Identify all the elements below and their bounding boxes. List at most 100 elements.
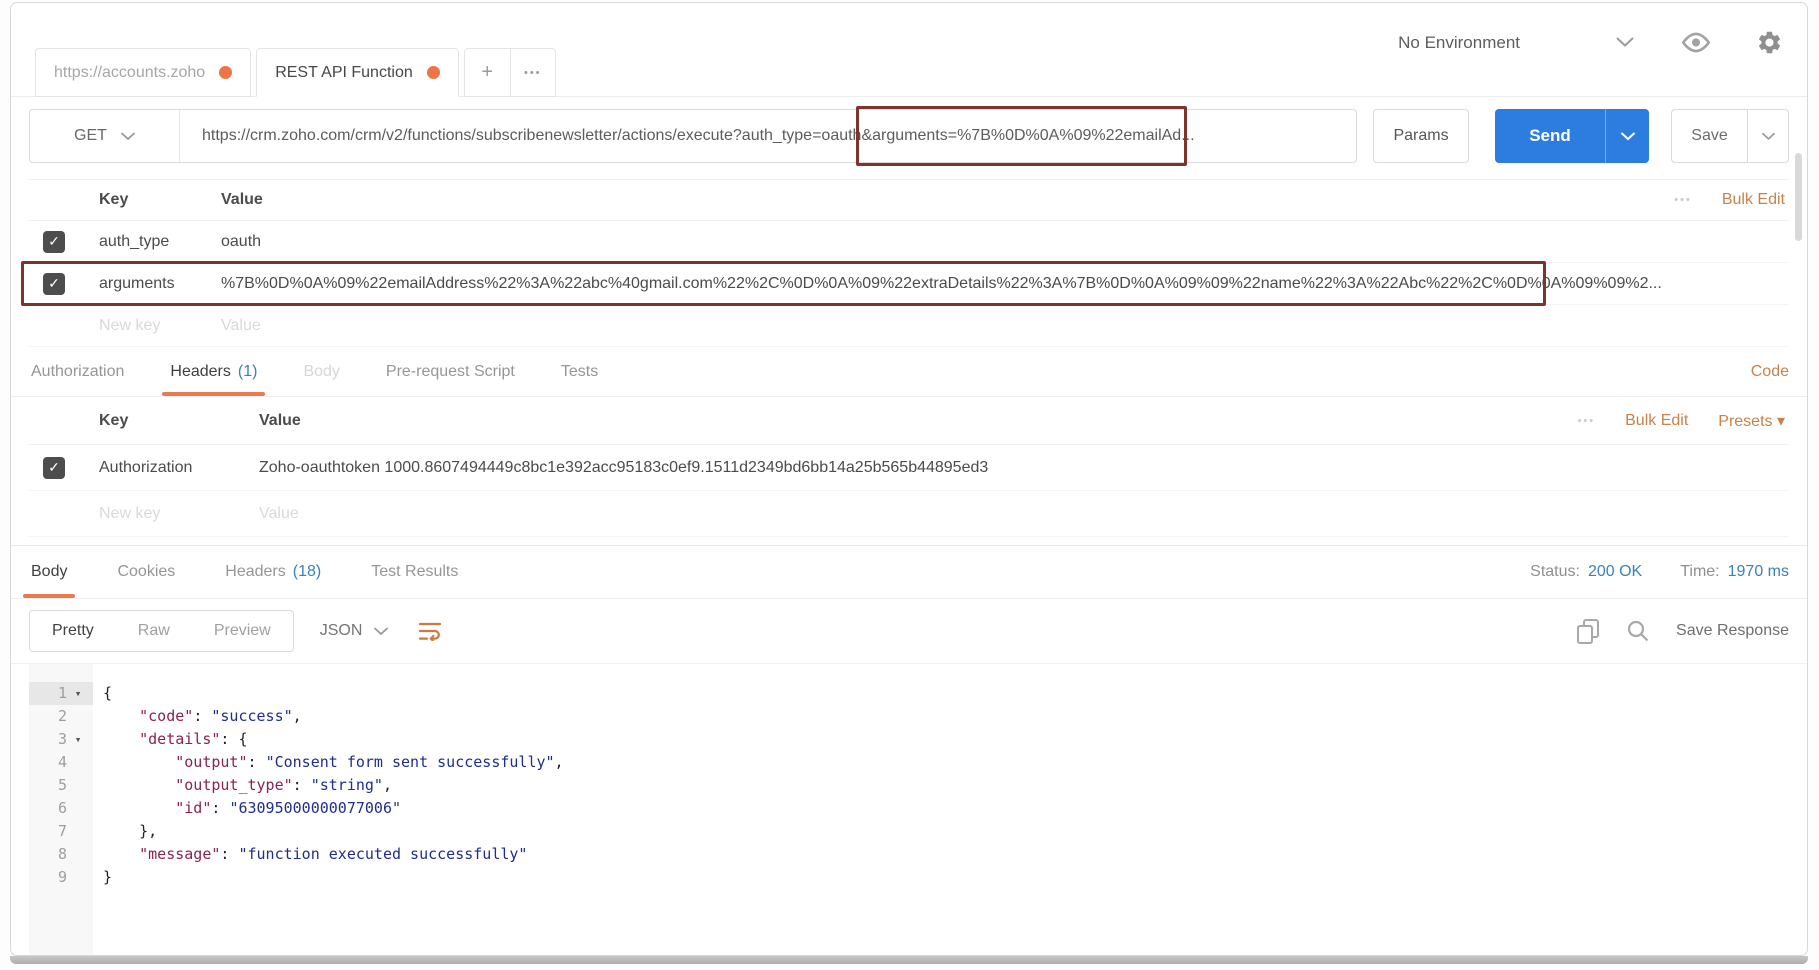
param-key[interactable]: arguments: [99, 275, 221, 293]
save-response-button[interactable]: Save Response: [1676, 622, 1789, 640]
code-line: 2 "code": "success",: [11, 705, 1807, 728]
response-code[interactable]: 1 ▾{2 "code": "success", 3 ▾ "details": {4 …: [11, 663, 1807, 955]
app-window: https://accounts.zoho REST API Function …: [10, 2, 1808, 956]
unsaved-dot-icon: [426, 66, 440, 79]
tab-body[interactable]: Body: [301, 347, 341, 396]
new-key-input[interactable]: [99, 504, 251, 523]
send-button[interactable]: Send: [1495, 109, 1605, 163]
new-value-input[interactable]: [259, 504, 1713, 523]
param-value[interactable]: %7B%0D%0A%09%22emailAddress%22%3A%22abc%…: [221, 275, 1789, 293]
save-button[interactable]: Save: [1671, 109, 1747, 163]
response-headers-count-badge: (18): [292, 563, 322, 580]
code-link[interactable]: Code: [1751, 363, 1789, 381]
presets-dropdown[interactable]: Presets ▾: [1718, 411, 1785, 431]
settings-gear-icon[interactable]: [1756, 29, 1783, 56]
column-header-key: Key: [99, 411, 129, 429]
line-number: 6: [57, 799, 67, 817]
environment-selector[interactable]: No Environment: [1398, 33, 1520, 53]
headers-menu-button[interactable]: •••: [1578, 415, 1596, 427]
code-line-text: "message": "function executed successful…: [139, 845, 528, 863]
code-line: 8 "message": "function executed successf…: [11, 843, 1807, 866]
line-number: 8: [57, 845, 67, 863]
column-header-key: Key: [99, 191, 129, 208]
scrollbar-thumb[interactable]: [1795, 153, 1802, 241]
row-checkbox[interactable]: [43, 272, 65, 295]
param-key[interactable]: auth_type: [99, 233, 221, 251]
fold-toggle-icon[interactable]: ▾: [67, 728, 89, 751]
response-section-tabs: Body Cookies Headers (18) Test Results St…: [11, 545, 1807, 599]
tab-prerequest-script[interactable]: Pre-request Script: [384, 347, 517, 396]
view-mode-group: Pretty Raw Preview: [29, 610, 294, 652]
param-row-new: [29, 305, 1789, 347]
line-number: 7: [57, 822, 67, 840]
params-menu-button[interactable]: •••: [1674, 194, 1692, 206]
row-checkbox[interactable]: [43, 230, 65, 253]
response-tab-headers[interactable]: Headers (18): [223, 546, 323, 598]
environment-area: No Environment: [1398, 29, 1783, 56]
request-section-tabs: Authorization Headers (1) Body Pre-reques…: [11, 347, 1807, 397]
headers-count-badge: (1): [237, 362, 258, 380]
method-select[interactable]: GET: [30, 110, 180, 162]
format-select[interactable]: JSON: [320, 622, 389, 640]
view-mode-raw[interactable]: Raw: [115, 611, 192, 651]
code-line-text: },: [139, 822, 158, 840]
tab-tests[interactable]: Tests: [559, 347, 600, 396]
url-control: GET https://crm.zoho.com/crm/v2/function…: [29, 109, 1357, 163]
view-mode-preview[interactable]: Preview: [191, 611, 293, 651]
params-caption-row: Key Value ••• Bulk Edit: [29, 179, 1789, 221]
request-tab-accounts-zoho[interactable]: https://accounts.zoho: [35, 48, 252, 97]
param-value[interactable]: oauth: [221, 233, 1789, 251]
response-tab-body[interactable]: Body: [22, 546, 77, 598]
tab-headers[interactable]: Headers (1): [162, 347, 266, 396]
line-number: 5: [57, 776, 67, 794]
code-line-text: {: [103, 684, 113, 702]
copy-response-icon[interactable]: [1576, 618, 1600, 645]
chevron-down-icon[interactable]: [1616, 37, 1634, 48]
fold-toggle-icon: [67, 820, 89, 843]
url-input[interactable]: https://crm.zoho.com/crm/v2/functions/su…: [180, 110, 1356, 162]
request-tab-label: https://accounts.zoho: [54, 63, 206, 81]
tab-options-button[interactable]: •••: [509, 48, 556, 97]
code-line: 9}: [11, 866, 1807, 889]
unsaved-dot-icon: [219, 66, 233, 79]
send-options-button[interactable]: [1605, 109, 1649, 163]
bulk-edit-link[interactable]: Bulk Edit: [1625, 412, 1688, 430]
fold-toggle-icon: [67, 843, 89, 866]
request-tabs-bar: https://accounts.zoho REST API Function …: [35, 48, 556, 97]
bulk-edit-link[interactable]: Bulk Edit: [1722, 191, 1785, 209]
request-tab-rest-api-function[interactable]: REST API Function: [256, 48, 459, 97]
search-response-icon[interactable]: [1626, 619, 1650, 643]
params-toggle-button[interactable]: Params: [1373, 109, 1469, 163]
new-tab-button[interactable]: +: [463, 48, 510, 97]
line-number: 9: [57, 868, 67, 886]
code-line: 1 ▾ {: [11, 682, 1807, 705]
fold-toggle-icon[interactable]: ▾: [67, 682, 89, 705]
environment-quick-look-eye-icon[interactable]: [1680, 32, 1712, 53]
line-number: 2: [57, 707, 67, 725]
fold-toggle-icon: [67, 866, 89, 889]
code-line: 4 "output": "Consent form sent successfu…: [11, 751, 1807, 774]
headers-caption-row: Key Value ••• Bulk Edit Presets ▾: [29, 397, 1789, 445]
response-tab-test-results[interactable]: Test Results: [369, 546, 460, 598]
save-options-button[interactable]: [1747, 109, 1789, 163]
chevron-down-icon: [1761, 132, 1775, 140]
method-label: GET: [74, 127, 107, 144]
new-key-input[interactable]: [99, 316, 215, 335]
param-row-auth-type: auth_type oauth: [29, 221, 1789, 263]
new-value-input[interactable]: [221, 316, 1711, 335]
row-checkbox[interactable]: [43, 456, 65, 479]
tab-authorization[interactable]: Authorization: [29, 347, 126, 396]
view-mode-pretty[interactable]: Pretty: [30, 611, 116, 651]
code-line-text: "output": "Consent form sent successfull…: [175, 753, 564, 771]
chevron-down-icon: [374, 627, 389, 635]
code-line-text: "id": "63095000000077006": [175, 799, 402, 817]
chevron-down-icon: [1620, 132, 1635, 140]
header-value[interactable]: Zoho-oauthtoken 1000.8607494449c8bc1e392…: [259, 459, 1789, 477]
response-status: Status: 200 OK Time: 1970 ms: [1530, 563, 1789, 580]
code-line-text: "code": "success",: [139, 707, 302, 725]
chevron-down-icon: [121, 132, 135, 140]
wrap-text-icon[interactable]: [418, 621, 442, 641]
fold-toggle-icon: [67, 751, 89, 774]
response-tab-cookies[interactable]: Cookies: [115, 546, 177, 598]
header-key[interactable]: Authorization: [99, 459, 259, 477]
